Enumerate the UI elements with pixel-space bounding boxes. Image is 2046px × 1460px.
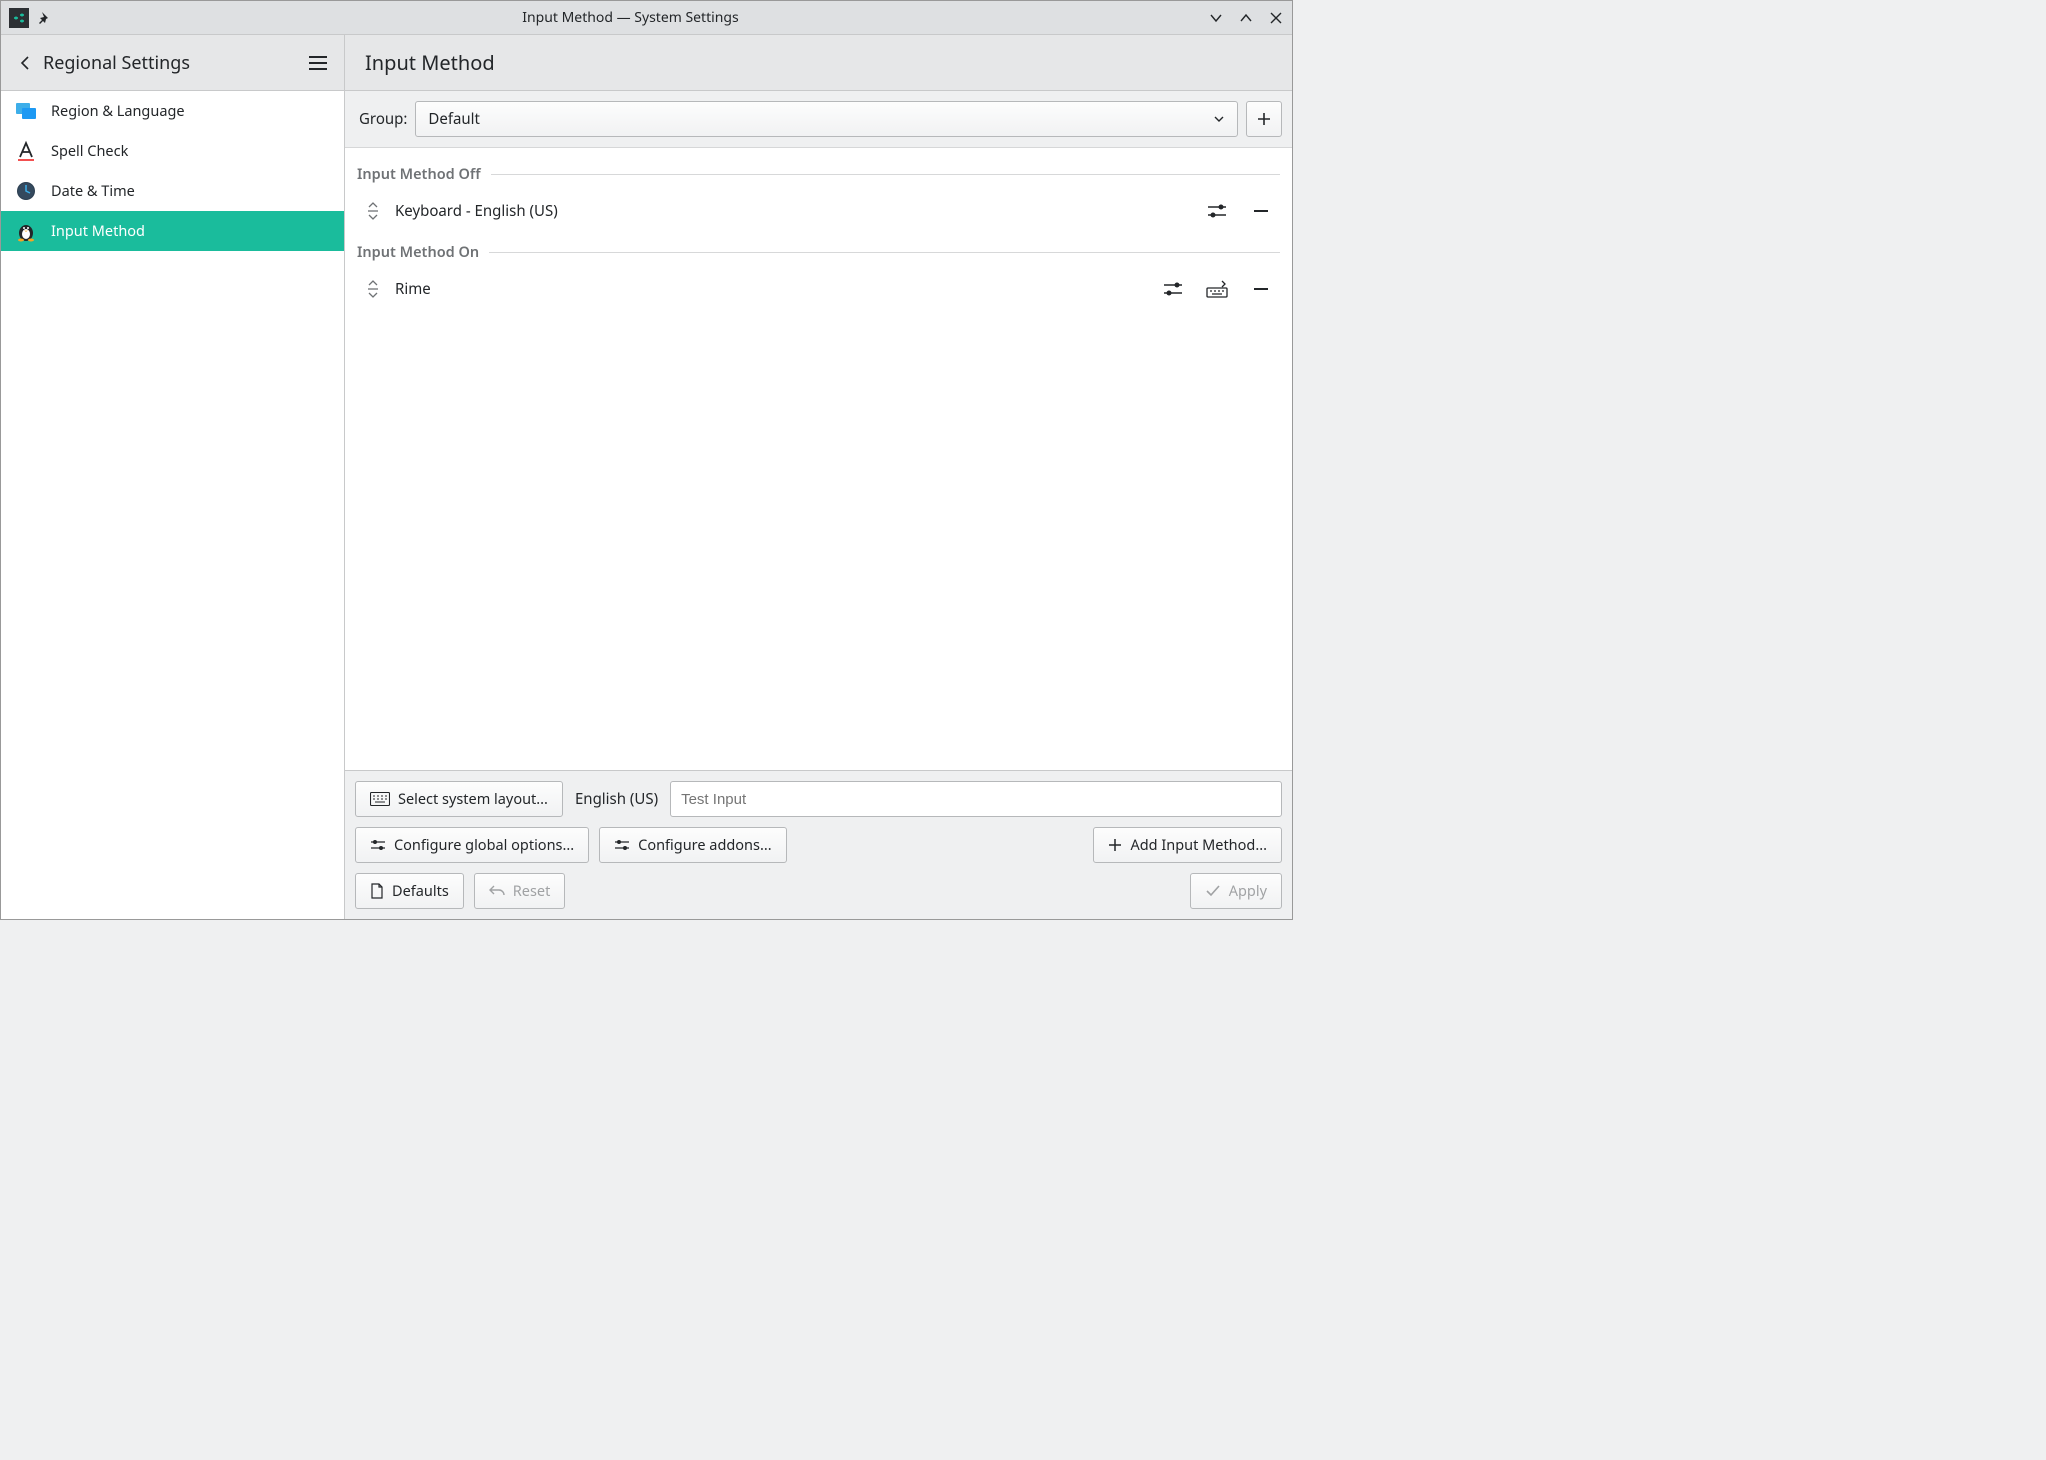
window-title: Input Method — System Settings [53, 8, 1208, 27]
pin-icon[interactable] [37, 10, 53, 26]
main-panel: Input Method Group: Default Input Method… [345, 35, 1292, 919]
apply-button: Apply [1190, 873, 1282, 909]
minimize-button[interactable] [1208, 10, 1224, 26]
maximize-button[interactable] [1238, 10, 1254, 26]
im-row-rime[interactable]: Rime [345, 268, 1292, 310]
sidebar: Regional Settings Region & Language Spel… [1, 35, 345, 919]
chevron-down-icon [1213, 113, 1225, 125]
select-system-layout-button[interactable]: Select system layout... [355, 781, 563, 817]
add-input-method-button[interactable]: Add Input Method... [1093, 827, 1282, 863]
add-group-button[interactable] [1246, 101, 1282, 137]
keyboard-icon [370, 792, 390, 806]
page-title: Input Method [365, 49, 495, 76]
section-on-label: Input Method On [357, 242, 479, 262]
check-icon [1205, 884, 1221, 898]
spell-icon [15, 140, 37, 162]
test-input[interactable] [670, 781, 1282, 817]
reset-button: Reset [474, 873, 566, 909]
group-row: Group: Default [345, 91, 1292, 148]
clock-icon [15, 180, 37, 202]
document-icon [370, 883, 384, 899]
region-icon [15, 100, 37, 122]
apply-label: Apply [1229, 881, 1267, 901]
sidebar-item-input-method[interactable]: Input Method [1, 211, 344, 251]
configure-global-label: Configure global options... [394, 835, 574, 855]
section-off-header: Input Method Off [345, 154, 1292, 190]
sidebar-title: Regional Settings [43, 51, 298, 75]
configure-global-options-button[interactable]: Configure global options... [355, 827, 589, 863]
close-button[interactable] [1268, 10, 1284, 26]
back-button[interactable] [17, 55, 33, 71]
sidebar-item-label: Spell Check [51, 141, 128, 161]
sidebar-item-label: Input Method [51, 221, 145, 241]
defaults-label: Defaults [392, 881, 449, 901]
plus-icon [1256, 111, 1272, 127]
sidebar-item-label: Region & Language [51, 101, 185, 121]
sidebar-list: Region & Language Spell Check Date & Tim… [1, 91, 344, 251]
add-im-label: Add Input Method... [1130, 835, 1267, 855]
menu-button[interactable] [308, 55, 328, 71]
sidebar-item-spell-check[interactable]: Spell Check [1, 131, 344, 171]
configure-addons-button[interactable]: Configure addons... [599, 827, 786, 863]
configure-addons-label: Configure addons... [638, 835, 771, 855]
input-method-list: Input Method Off Keyboard - English (US) [345, 148, 1292, 770]
im-name: Keyboard - English (US) [395, 201, 1192, 221]
keyboard-layout-button[interactable] [1206, 278, 1228, 300]
section-on-header: Input Method On [345, 232, 1292, 268]
configure-im-button[interactable] [1162, 278, 1184, 300]
sidebar-header: Regional Settings [1, 35, 344, 91]
configure-im-button[interactable] [1206, 200, 1228, 222]
remove-im-button[interactable] [1250, 278, 1272, 300]
undo-icon [489, 884, 505, 898]
group-select-value: Default [428, 109, 480, 129]
select-layout-label: Select system layout... [398, 789, 548, 809]
reset-label: Reset [513, 881, 551, 901]
sliders-icon [370, 838, 386, 852]
im-row-keyboard-en-us[interactable]: Keyboard - English (US) [345, 190, 1292, 232]
drag-handle-icon[interactable] [365, 279, 381, 299]
sidebar-item-label: Date & Time [51, 181, 135, 201]
sliders-icon [614, 838, 630, 852]
main-header: Input Method [345, 35, 1292, 91]
sidebar-item-region-language[interactable]: Region & Language [1, 91, 344, 131]
bottom-toolbar: Select system layout... English (US) Con… [345, 770, 1292, 919]
section-off-label: Input Method Off [357, 164, 481, 184]
group-select[interactable]: Default [415, 101, 1238, 137]
group-label: Group: [355, 109, 407, 129]
remove-im-button[interactable] [1250, 200, 1272, 222]
drag-handle-icon[interactable] [365, 201, 381, 221]
system-layout-value: English (US) [573, 789, 660, 809]
sidebar-item-date-time[interactable]: Date & Time [1, 171, 344, 211]
app-icon [9, 8, 29, 28]
plus-icon [1108, 838, 1122, 852]
titlebar: Input Method — System Settings [1, 1, 1292, 35]
tux-icon [15, 220, 37, 242]
im-name: Rime [395, 279, 1148, 299]
defaults-button[interactable]: Defaults [355, 873, 464, 909]
